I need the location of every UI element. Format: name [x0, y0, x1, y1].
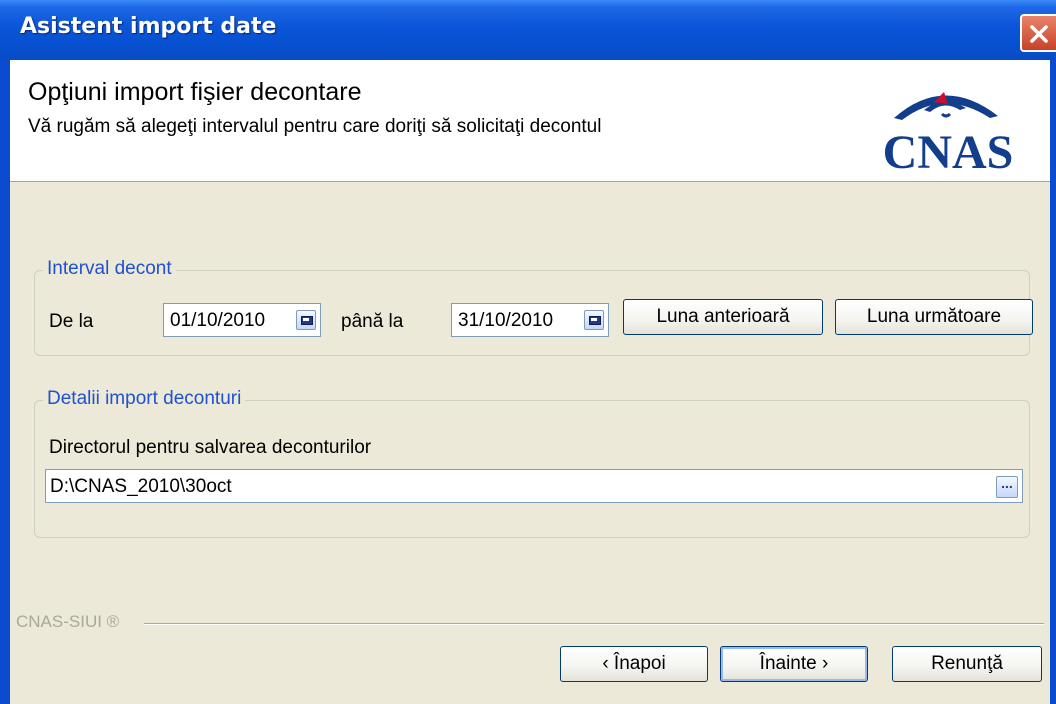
page-subtitle: Vă rugăm să alegeţi intervalul pentru ca…: [28, 116, 602, 137]
directory-path-input[interactable]: D:\CNAS_2010\30oct ...: [45, 469, 1023, 503]
cnas-logo: CNAS: [862, 78, 1032, 179]
page-title: Opţiuni import fişier decontare: [28, 78, 362, 106]
wizard-header: Opţiuni import fişier decontare Vă rugăm…: [10, 60, 1050, 182]
cnas-logo-icon: CNAS: [883, 92, 1014, 179]
to-label: până la: [341, 311, 404, 332]
close-x-icon: [1030, 25, 1048, 43]
directory-path-value: D:\CNAS_2010\30oct: [50, 476, 232, 497]
ellipsis-icon[interactable]: ...: [996, 476, 1018, 498]
close-button[interactable]: [1020, 14, 1056, 52]
window-frame-right: [1050, 60, 1056, 704]
back-button[interactable]: ‹ Înapoi: [560, 646, 708, 682]
to-date-picker[interactable]: 31/10/2010: [451, 303, 609, 337]
calendar-icon[interactable]: [296, 310, 316, 330]
svg-text:CNAS: CNAS: [883, 126, 1014, 178]
to-date-value: 31/10/2010: [458, 310, 554, 331]
title-bar[interactable]: Asistent import date: [0, 0, 1056, 60]
from-label: De la: [49, 311, 94, 332]
cancel-button[interactable]: Renunţă: [892, 646, 1042, 682]
calendar-icon[interactable]: [584, 310, 604, 330]
window-title: Asistent import date: [20, 14, 277, 39]
interval-group: Interval decont De la 01/10/2010 până la…: [34, 258, 1033, 356]
next-month-button[interactable]: Luna următoare: [835, 299, 1033, 335]
brand-label: CNAS-SIUI ®: [16, 612, 120, 631]
next-button[interactable]: Înainte ›: [720, 646, 868, 682]
wizard-window: Asistent import date Opţiuni import fişi…: [0, 0, 1056, 704]
directory-label: Directorul pentru salvarea deconturilor: [49, 437, 372, 458]
footer-separator: [144, 623, 1044, 625]
details-legend: Detalii import deconturi: [43, 388, 246, 410]
interval-legend: Interval decont: [43, 258, 176, 280]
prev-month-button[interactable]: Luna anterioară: [623, 299, 823, 335]
from-date-picker[interactable]: 01/10/2010: [163, 303, 321, 337]
window-frame-left: [0, 60, 10, 704]
details-group: Detalii import deconturi Directorul pent…: [34, 388, 1030, 538]
from-date-value: 01/10/2010: [170, 310, 266, 331]
